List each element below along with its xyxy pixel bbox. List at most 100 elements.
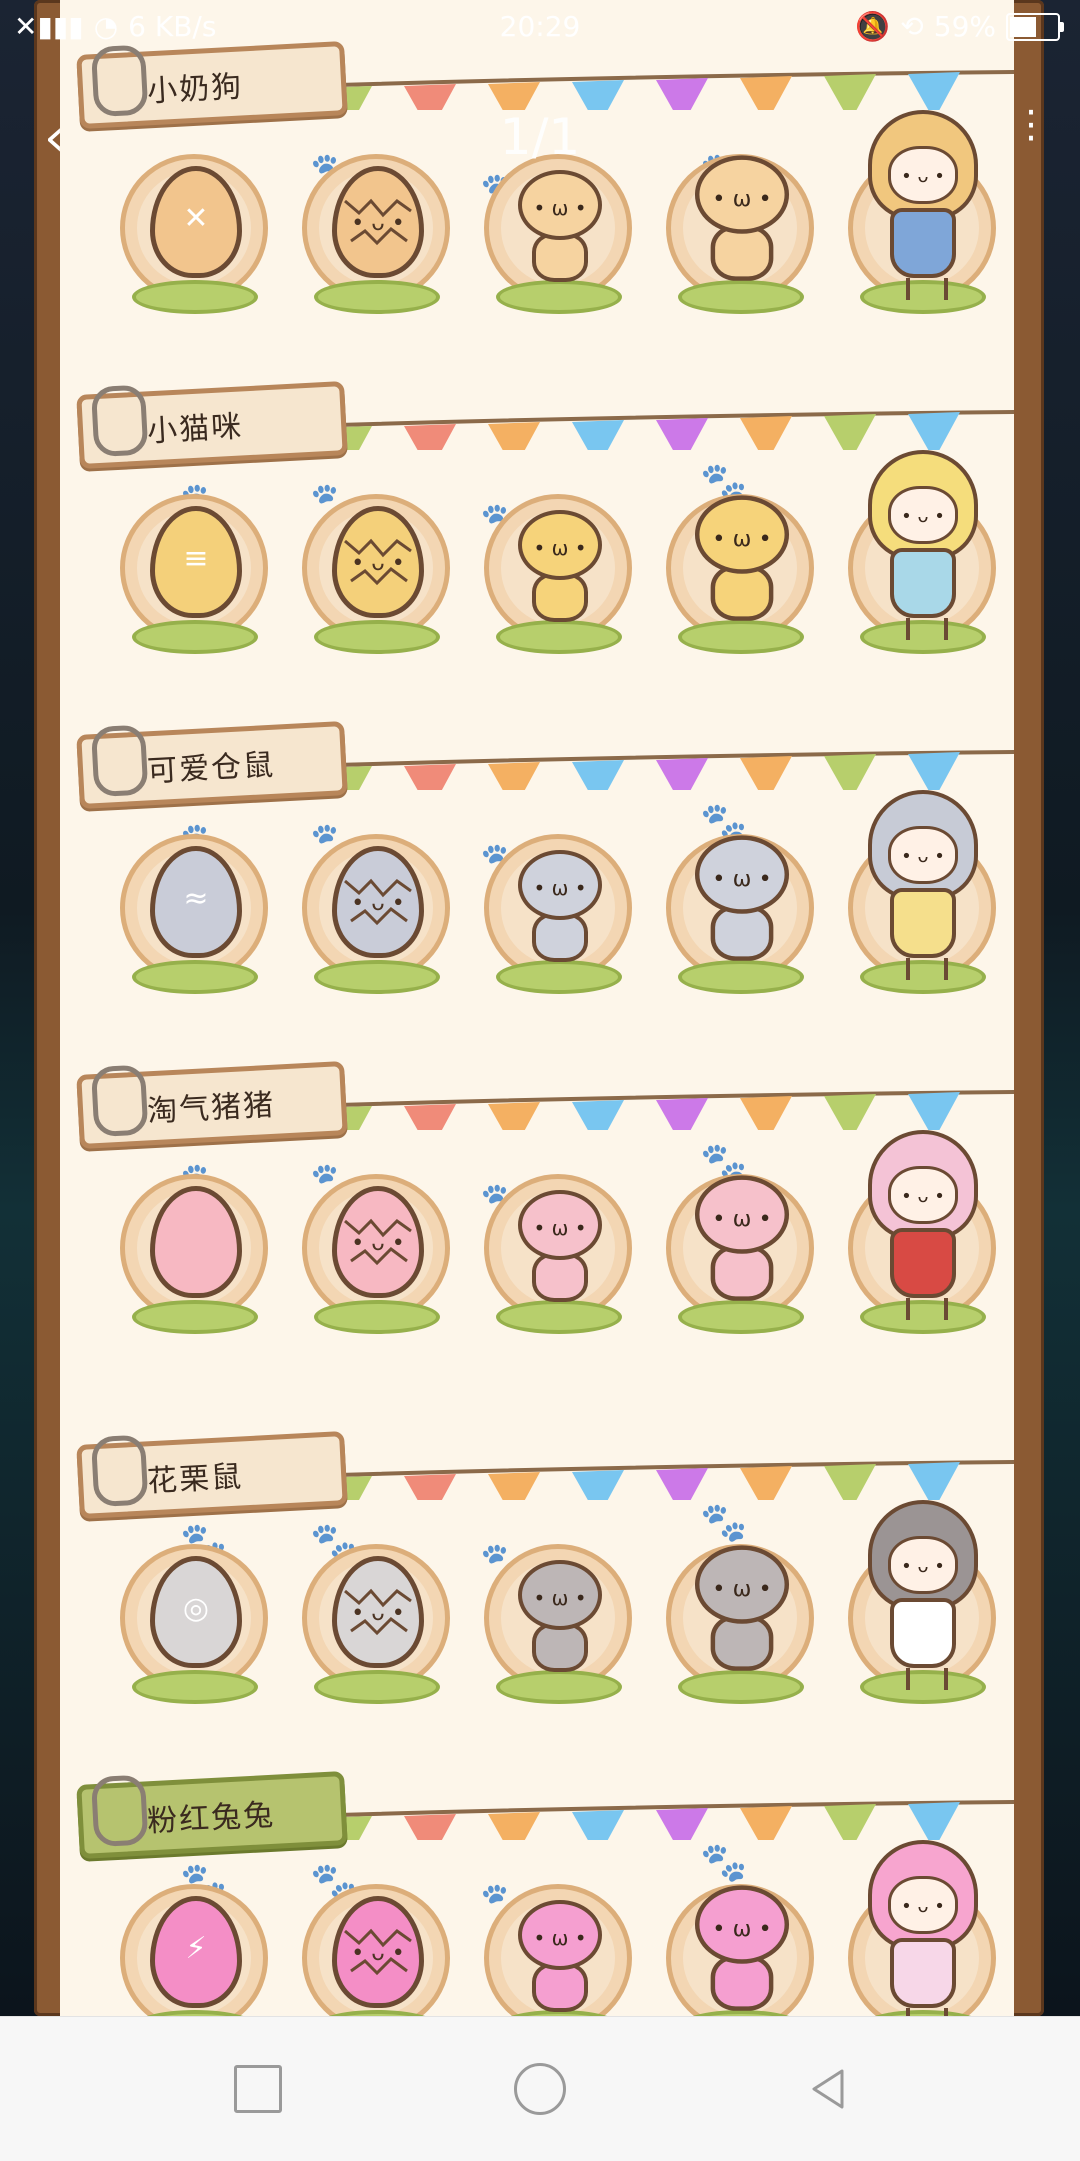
cracked-egg-icon: • ᴗ • [332,506,424,618]
grass-pad [314,960,440,994]
category-label[interactable]: 花栗鼠 [76,1431,348,1519]
category-label[interactable]: 淘气猪猪 [76,1061,348,1149]
battery-percent: 59% [933,10,996,43]
back-icon[interactable] [804,2065,852,2113]
egg-stage[interactable]: ≡ [120,480,270,680]
girl-legs [906,1668,948,1690]
category-label[interactable]: 粉红兔兔 [76,1771,348,1859]
bunting-flag [656,758,708,790]
pet-face: • ω • [712,184,772,212]
baby-pet-icon: • ω • [512,1182,608,1312]
bunting-flag [824,754,876,790]
bunting-flag [572,760,624,790]
status-bar: ✕▮▮▮ ◔ 6 KB/s 20:29 🔕 ⟲ 59% [0,0,1080,56]
bunting-flag [572,420,624,450]
bunting-flag [488,762,540,790]
baby-pet-stage[interactable]: • ω • [484,820,634,1020]
paperclip-icon [90,1434,149,1508]
girl-form-stage[interactable]: • ᴗ • [848,450,998,680]
egg-pattern-icon: ≈ [183,881,209,916]
category-label[interactable]: 小猫咪 [76,381,348,469]
pet-section: 小猫咪 ≡ • ᴗ • • ω • • ω • • ᴗ • [60,370,1014,700]
baby-pet-stage[interactable]: • ω • [484,480,634,680]
bunting-flag [404,764,456,790]
peeking-face-icon: • ᴗ • [351,1231,405,1256]
girl-dress [890,888,956,958]
baby-pet-stage[interactable]: • ω • [484,1530,634,1730]
grass-pad [314,620,440,654]
girl-form-stage[interactable]: • ᴗ • [848,1130,998,1360]
category-label[interactable]: 可爱仓鼠 [76,721,348,809]
egg-pattern-icon: ≡ [183,541,209,576]
bunting-flag [908,1462,960,1500]
egg-stage[interactable] [120,1160,270,1360]
girl-form-stage[interactable]: • ᴗ • [848,1500,998,1730]
more-vertical-icon[interactable]: ⋮ [1012,105,1050,143]
bunting-flag [404,1104,456,1130]
cracked-egg-stage[interactable]: • ᴗ • [302,480,452,680]
bunting-flag [908,1092,960,1130]
cracked-egg-icon: • ᴗ • [332,1186,424,1298]
cracked-egg-stage[interactable]: • ᴗ • [302,1870,452,2016]
category-name: 可爱仓鼠 [146,747,277,790]
rotation-lock-icon: ⟲ [900,10,924,43]
mute-icon: 🔕 [855,10,891,43]
bunting-flag [824,1464,876,1500]
bunting-flag [656,1468,708,1500]
girl-legs [906,618,948,640]
girl-form-icon: • ᴗ • [858,1500,988,1700]
girl-form-stage[interactable]: • ᴗ • [848,1840,998,2016]
peeking-face-icon: • ᴗ • [351,891,405,916]
grass-pad [132,280,258,314]
bunting-flag [488,1812,540,1840]
baby-pet-stage[interactable]: • ω • [484,1160,634,1360]
egg-stage[interactable]: ◎ [120,1530,270,1730]
grass-pad [314,1670,440,1704]
grown-pet-icon: • ω • [688,1536,796,1682]
category-name: 粉红兔兔 [146,1797,277,1840]
baby-pet-stage[interactable]: • ω • [484,1870,634,2016]
girl-legs [906,958,948,980]
evolution-row: ⚡ • ᴗ • • ω • • ω • • ᴗ • [80,1840,1000,2016]
bunting-flag [572,1470,624,1500]
girl-form-stage[interactable]: • ᴗ • [848,790,998,1020]
grass-pad [132,1670,258,1704]
egg-pattern-icon: ⚡ [185,1931,207,1966]
grown-pet-icon: • ω • [688,1166,796,1312]
cracked-egg-stage[interactable]: • ᴗ • [302,820,452,1020]
girl-eyes: • ᴗ • [901,506,945,527]
bunting-flag [488,422,540,450]
grown-pet-stage[interactable]: • ω • [666,1870,816,2016]
grown-pet-stage[interactable]: • ω • [666,820,816,1020]
pet-face: • ω • [712,1204,772,1232]
grown-pet-stage[interactable]: • ω • [666,1530,816,1730]
girl-eyes: • ᴗ • [901,1186,945,1207]
home-icon[interactable] [514,2063,566,2115]
egg-stage[interactable]: ≈ [120,820,270,1020]
bunting-flag [572,1810,624,1840]
grass-pad [132,1300,258,1334]
girl-dress [890,208,956,278]
cracked-egg-stage[interactable]: • ᴗ • [302,1530,452,1730]
girl-dress [890,1598,956,1668]
recent-apps-icon[interactable] [234,2065,282,2113]
girl-dress [890,548,956,618]
bunting-flag [740,1466,792,1500]
pet-face: • ω • [533,1216,587,1240]
grass-pad [132,960,258,994]
bunting-flag [908,752,960,790]
egg-stage[interactable]: ⚡ [120,1870,270,2016]
cracked-egg-icon: • ᴗ • [332,846,424,958]
cracked-egg-stage[interactable]: • ᴗ • [302,1160,452,1360]
bunting-flag [740,1096,792,1130]
grown-pet-stage[interactable]: • ω • [666,1160,816,1360]
pet-section: 小奶狗 ✕ • ᴗ • • ω • • ω • • ᴗ • [60,30,1014,360]
pet-face: • ω • [533,1926,587,1950]
grown-pet-icon: • ω • [688,486,796,632]
bunting-flag [824,1094,876,1130]
grown-pet-stage[interactable]: • ω • [666,480,816,680]
pet-section: 花栗鼠 ◎ • ᴗ • • ω • • ω • • ᴗ • [60,1420,1014,1750]
bunting-flag [908,412,960,450]
bunting-flag [488,1472,540,1500]
pet-face: • ω • [533,876,587,900]
